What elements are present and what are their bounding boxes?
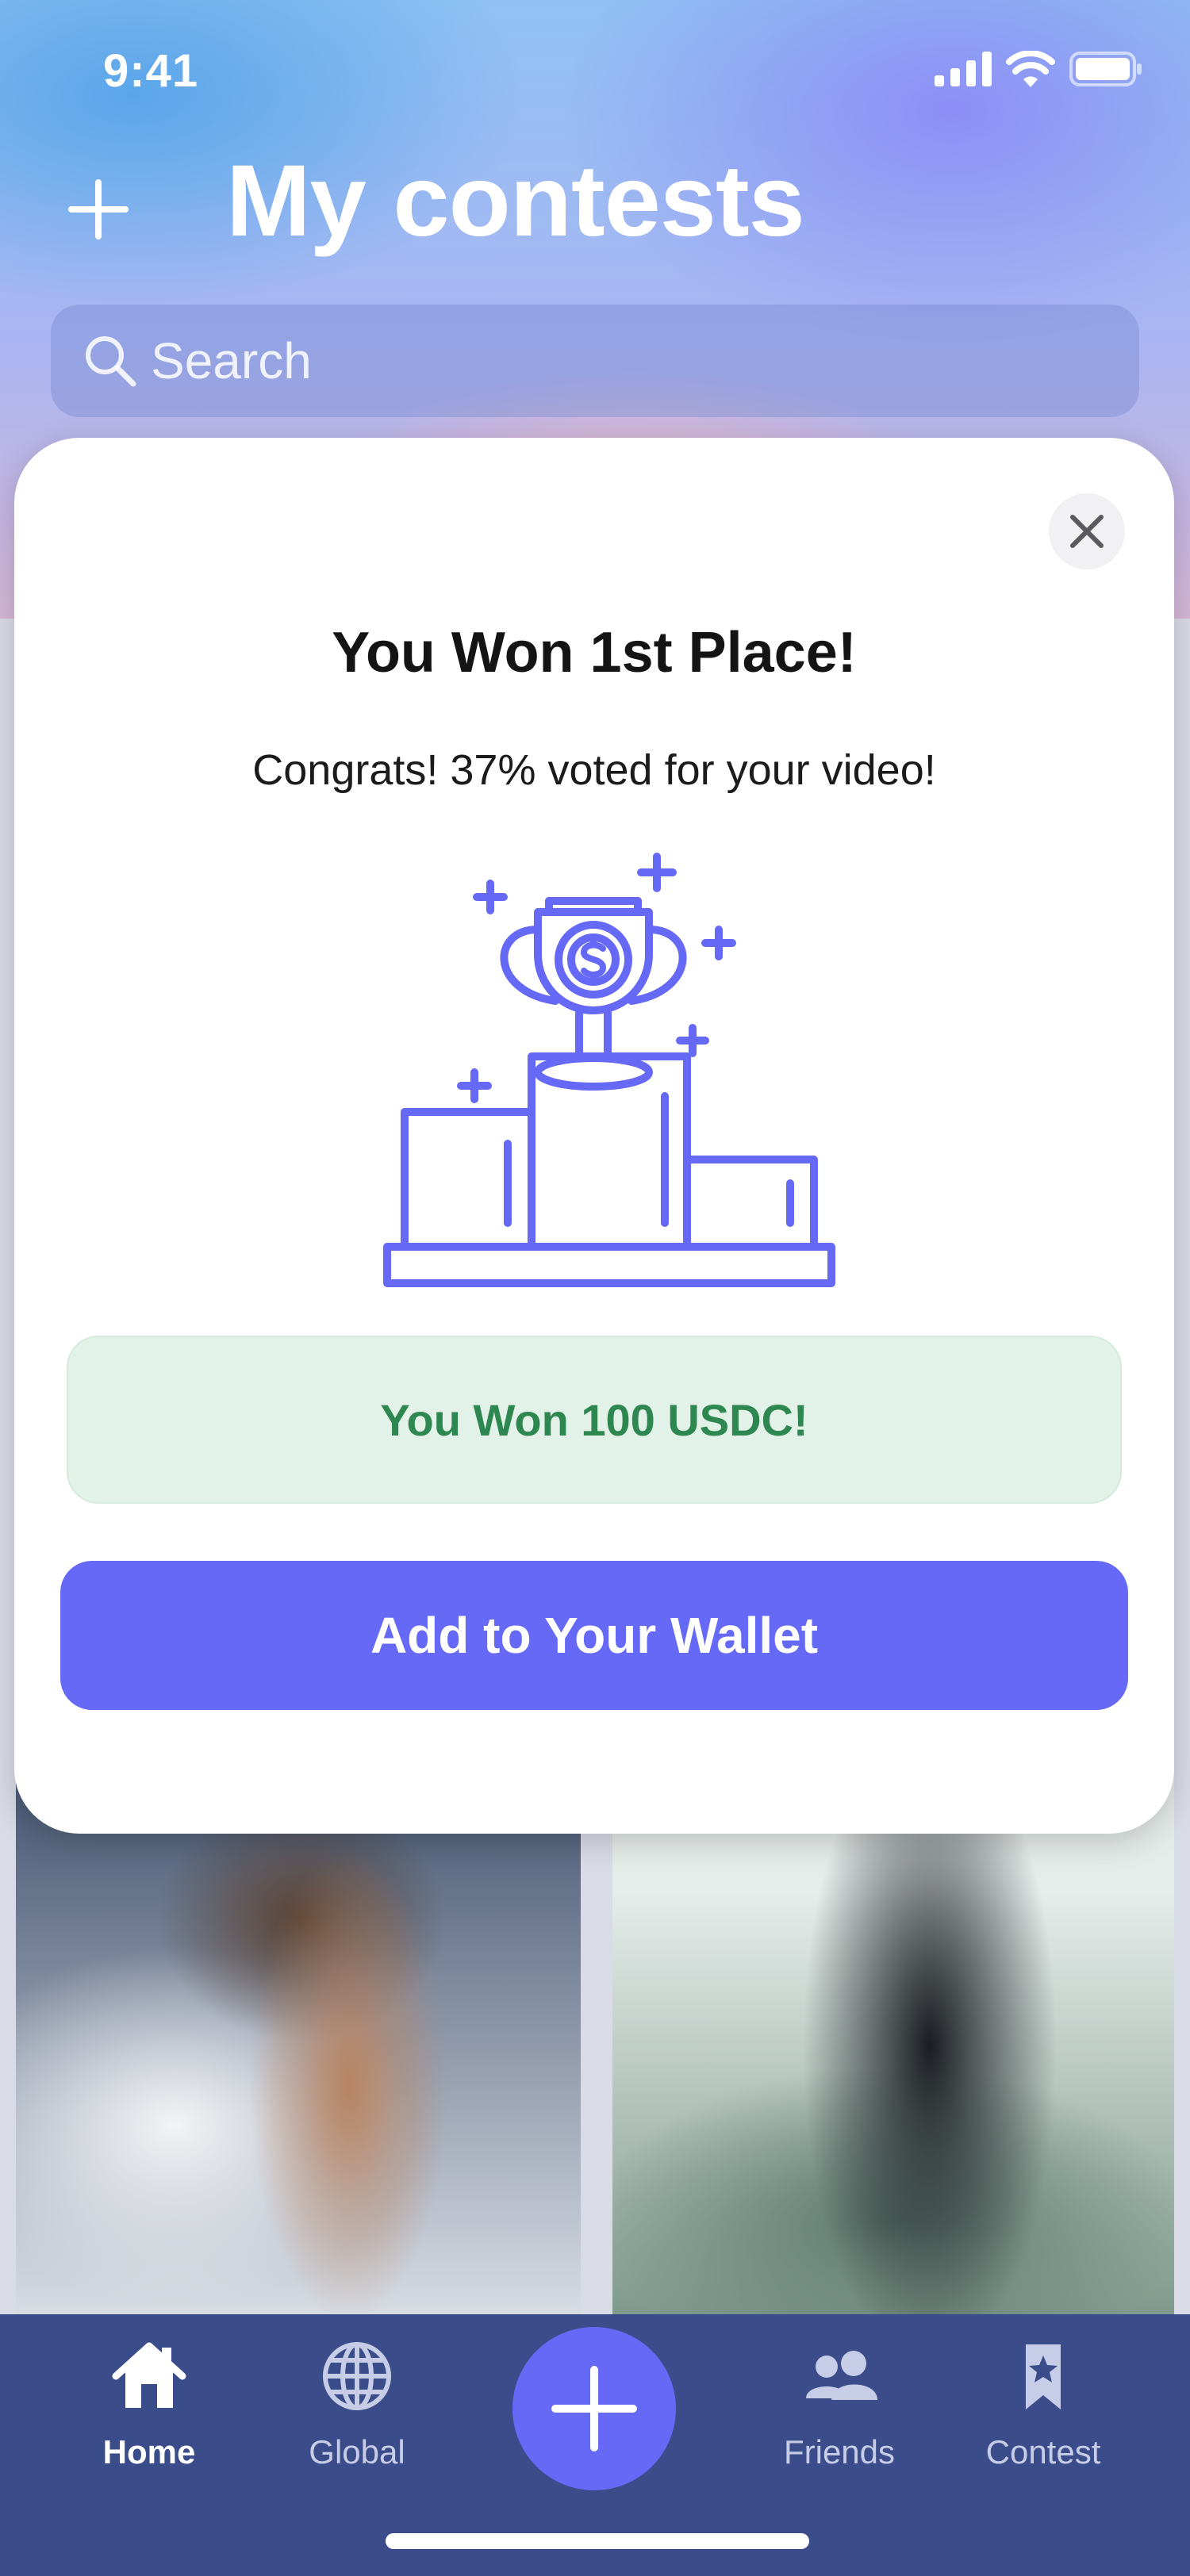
battery-icon <box>1069 52 1142 86</box>
status-time: 9:41 <box>103 45 199 97</box>
tab-home[interactable]: Home <box>62 2336 236 2503</box>
plus-icon <box>551 2366 637 2451</box>
search-bar[interactable] <box>51 305 1139 417</box>
search-icon <box>86 336 136 387</box>
prize-banner: You Won 100 USDC! <box>67 1336 1122 1504</box>
status-icons <box>935 51 1142 87</box>
modal-title: You Won 1st Place! <box>332 621 857 684</box>
close-icon <box>1070 515 1104 548</box>
modal-subtitle: Congrats! 37% voted for your video! <box>252 746 936 794</box>
create-button[interactable] <box>512 2327 676 2490</box>
winner-modal: You Won 1st Place! Congrats! 37% voted f… <box>14 438 1174 1834</box>
tab-label: Home <box>102 2433 196 2471</box>
tab-global[interactable]: Global <box>270 2336 444 2503</box>
prize-text: You Won 100 USDC! <box>380 1394 808 1445</box>
add-to-wallet-label: Add to Your Wallet <box>370 1607 819 1664</box>
home-icon <box>112 2342 186 2408</box>
wifi-icon <box>1006 51 1055 87</box>
trophy-podium-icon <box>383 853 835 1287</box>
status-bar: 9:41 <box>0 0 1190 143</box>
globe-icon <box>323 2342 391 2410</box>
page-title: My contests <box>226 144 805 258</box>
tab-label: Global <box>309 2433 405 2471</box>
home-indicator <box>386 2533 809 2549</box>
search-input[interactable] <box>151 305 1139 417</box>
cellular-signal-icon <box>935 52 992 86</box>
add-contest-icon[interactable] <box>67 178 130 241</box>
tab-label: Contest <box>985 2433 1101 2471</box>
tab-friends[interactable]: Friends <box>752 2336 927 2503</box>
tab-label: Friends <box>783 2433 896 2471</box>
friends-icon <box>806 2351 877 2400</box>
ribbon-star-icon <box>1026 2344 1061 2409</box>
add-to-wallet-button[interactable]: Add to Your Wallet <box>60 1561 1128 1710</box>
close-button[interactable] <box>1049 493 1125 569</box>
tab-contest[interactable]: Contest <box>956 2336 1130 2503</box>
